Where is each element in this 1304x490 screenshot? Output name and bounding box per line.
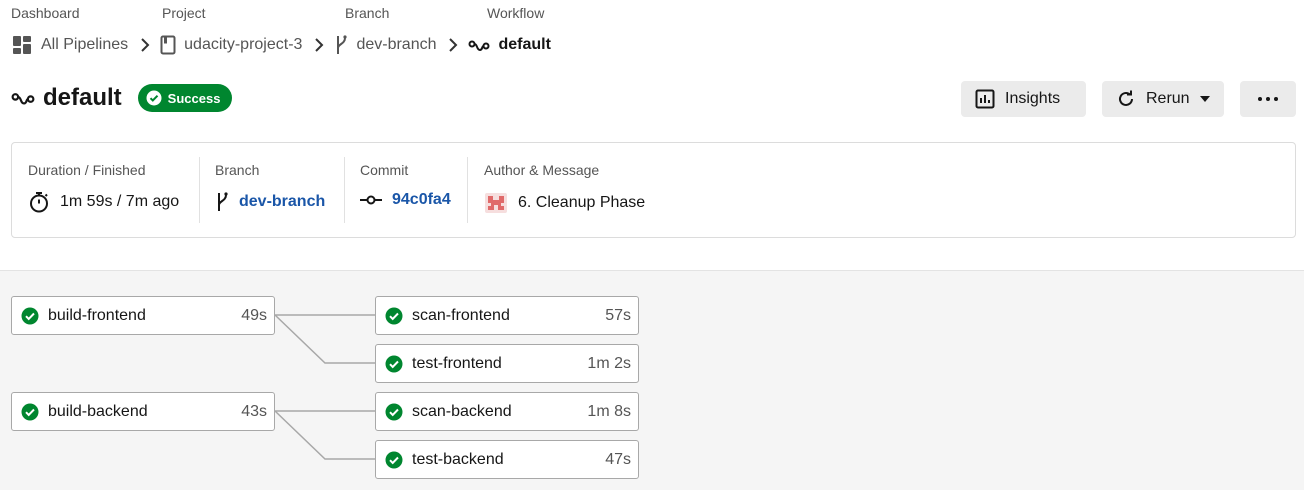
workflow-icon: [11, 90, 35, 106]
dashboard-icon: [11, 34, 33, 56]
branch-icon: [215, 191, 229, 213]
breadcrumb-label-dashboard: Dashboard: [11, 5, 80, 21]
chevron-right-icon: [314, 38, 324, 52]
rerun-button[interactable]: Rerun: [1102, 81, 1224, 117]
caret-down-icon: [1199, 96, 1210, 102]
check-circle-icon: [21, 307, 39, 325]
chevron-right-icon: [448, 38, 458, 52]
workflow-icon: [468, 38, 490, 52]
job-build-frontend[interactable]: build-frontend 49s: [11, 296, 275, 335]
stopwatch-icon: [28, 191, 50, 213]
job-name: scan-frontend: [412, 306, 510, 324]
check-circle-icon: [385, 451, 403, 469]
job-scan-backend[interactable]: scan-backend 1m 8s: [375, 392, 639, 431]
breadcrumb-label-project: Project: [162, 5, 206, 21]
breadcrumb: All Pipelines udacity-project-3 dev-bran…: [11, 33, 551, 57]
commit-column: Commit 94c0fa4: [360, 157, 451, 227]
job-name: build-frontend: [48, 306, 146, 324]
check-circle-icon: [21, 403, 39, 421]
ellipsis-icon: [1258, 97, 1278, 101]
check-circle-icon: [146, 90, 162, 106]
job-duration: 1m 2s: [587, 354, 631, 372]
commit-message: 6. Cleanup Phase: [518, 194, 646, 211]
duration-column: Duration / Finished 1m 59s / 7m ago: [28, 157, 179, 227]
check-circle-icon: [385, 355, 403, 373]
breadcrumb-dashboard-label: All Pipelines: [41, 36, 129, 53]
chart-icon: [975, 89, 995, 109]
breadcrumb-project[interactable]: udacity-project-3: [160, 35, 302, 55]
commit-icon: [360, 195, 382, 205]
breadcrumb-workflow[interactable]: default: [468, 36, 551, 54]
refresh-icon: [1116, 89, 1136, 109]
commit-label: Commit: [360, 162, 409, 178]
duration-label: Duration / Finished: [28, 162, 146, 178]
job-test-frontend[interactable]: test-frontend 1m 2s: [375, 344, 639, 383]
branch-icon: [334, 34, 348, 56]
check-circle-icon: [385, 307, 403, 325]
branch-label: Branch: [215, 162, 260, 178]
author-label: Author & Message: [484, 162, 600, 178]
job-duration: 47s: [605, 450, 631, 468]
page-title: default: [43, 84, 122, 111]
job-duration: 1m 8s: [587, 402, 631, 420]
job-duration: 49s: [241, 306, 267, 324]
chevron-right-icon: [140, 38, 150, 52]
avatar: [484, 191, 508, 215]
column-divider: [199, 157, 200, 223]
job-name: test-backend: [412, 450, 504, 468]
breadcrumb-dashboard[interactable]: All Pipelines: [11, 34, 128, 56]
job-build-backend[interactable]: build-backend 43s: [11, 392, 275, 431]
check-circle-icon: [385, 403, 403, 421]
job-duration: 57s: [605, 306, 631, 324]
breadcrumb-labels: Dashboard Project Branch Workflow: [11, 5, 711, 21]
breadcrumb-branch[interactable]: dev-branch: [334, 34, 436, 56]
job-name: build-backend: [48, 402, 148, 420]
column-divider: [467, 157, 468, 223]
job-test-backend[interactable]: test-backend 47s: [375, 440, 639, 479]
breadcrumb-branch-label: dev-branch: [356, 36, 437, 53]
status-badge-label: Success: [167, 90, 221, 106]
insights-button[interactable]: Insights: [961, 81, 1086, 117]
duration-value: 1m 59s / 7m ago: [60, 193, 180, 210]
breadcrumb-label-branch: Branch: [345, 5, 390, 21]
status-badge: Success: [137, 84, 233, 112]
branch-link[interactable]: dev-branch: [239, 193, 325, 211]
breadcrumb-label-workflow: Workflow: [487, 5, 545, 21]
job-duration: 43s: [241, 402, 267, 420]
rerun-button-label: Rerun: [1146, 90, 1190, 107]
column-divider: [344, 157, 345, 223]
workflow-info-card: Duration / Finished 1m 59s / 7m ago Bran…: [11, 142, 1296, 238]
more-options-button[interactable]: [1240, 81, 1296, 117]
breadcrumb-project-label: udacity-project-3: [184, 36, 303, 53]
insights-button-label: Insights: [1005, 90, 1061, 107]
branch-column: Branch dev-branch: [215, 157, 325, 227]
commit-link[interactable]: 94c0fa4: [392, 191, 451, 209]
job-name: scan-backend: [412, 402, 512, 420]
job-scan-frontend[interactable]: scan-frontend 57s: [375, 296, 639, 335]
breadcrumb-workflow-label: default: [498, 36, 551, 53]
title-row: default Success: [11, 84, 233, 112]
author-column: Author & Message 6. Cleanup Phase: [484, 157, 645, 227]
bookmark-icon: [160, 35, 176, 55]
job-name: test-frontend: [412, 354, 502, 372]
workflow-graph: build-frontend 49s scan-frontend 57s tes…: [0, 270, 1304, 490]
